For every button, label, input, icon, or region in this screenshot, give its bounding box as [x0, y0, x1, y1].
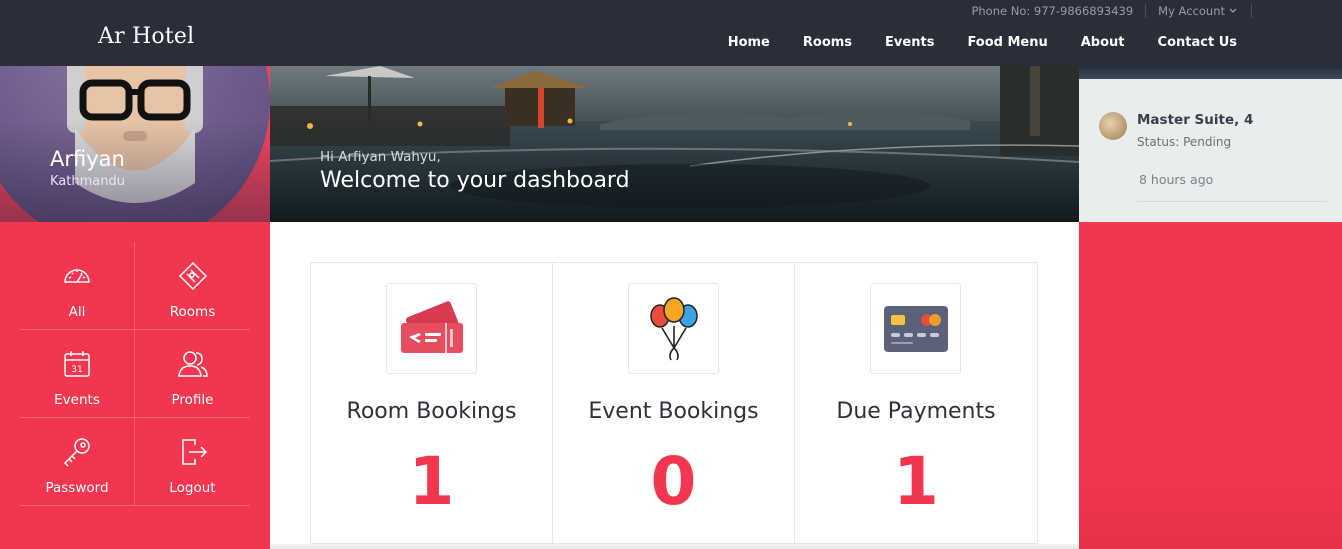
right-accent-panel	[1079, 222, 1342, 549]
nav-home[interactable]: Home	[728, 35, 770, 50]
hero-banner: Hi Arfiyan Wahyu, Welcome to your dashbo…	[270, 66, 1079, 222]
speedometer-icon	[64, 269, 90, 283]
nav-about[interactable]: About	[1081, 35, 1125, 50]
logout-icon	[181, 439, 207, 465]
my-account-dropdown[interactable]: My Account	[1158, 4, 1237, 18]
phone-number: Phone No: 977-9866893439	[971, 4, 1134, 18]
divider	[1251, 4, 1252, 18]
menu-item-profile[interactable]: Profile	[135, 330, 250, 418]
menu-item-events[interactable]: 31 Events	[20, 330, 135, 418]
menu-item-password[interactable]: Password	[20, 418, 135, 506]
stat-icon-box	[870, 283, 961, 374]
hero-greeting: Hi Arfiyan Wahyu,	[320, 149, 441, 165]
notification-top-strip	[1079, 66, 1342, 79]
menu-item-label: Rooms	[169, 304, 216, 320]
pool-photo	[270, 66, 1079, 222]
menu-item-label: Password	[45, 480, 109, 496]
nav-rooms[interactable]: Rooms	[803, 35, 852, 50]
hero-welcome: Welcome to your dashboard	[320, 168, 630, 193]
notification-thumbnail	[1099, 112, 1127, 140]
stat-title: Due Payments	[836, 399, 996, 424]
avatar-overlay	[0, 66, 270, 222]
my-account-label: My Account	[1158, 4, 1225, 18]
nav-events[interactable]: Events	[885, 35, 934, 50]
stat-title: Room Bookings	[346, 399, 517, 424]
stat-icon-box	[386, 283, 477, 374]
divider	[1145, 4, 1147, 18]
ticket-icon	[178, 261, 207, 291]
key-icon	[63, 438, 90, 467]
content-bottom-edge	[270, 544, 1079, 549]
top-navbar: Ar Hotel Phone No: 977-9866893439 My Acc…	[0, 0, 1342, 66]
stat-card-due-payments[interactable]: Due Payments 1	[795, 263, 1037, 543]
menu-item-label: Events	[54, 392, 100, 408]
stat-value: 1	[893, 443, 939, 520]
menu-item-all[interactable]: All	[20, 242, 135, 330]
credit-card-icon	[883, 305, 948, 352]
menu-item-label: Logout	[169, 480, 216, 496]
chevron-down-icon	[1229, 8, 1237, 13]
menu-item-label: Profile	[171, 392, 214, 408]
menu-item-logout[interactable]: Logout	[135, 418, 250, 506]
tickets-icon	[400, 300, 463, 353]
main-nav: Home Rooms Events Food Menu About Contac…	[728, 35, 1237, 50]
notification-panel: Master Suite, 4 Status: Pending 8 hours …	[1079, 66, 1342, 222]
users-icon	[177, 351, 208, 377]
notification-time: 8 hours ago	[1139, 172, 1214, 187]
stat-value: 0	[650, 443, 697, 520]
stat-value: 1	[408, 443, 455, 520]
nav-food-menu[interactable]: Food Menu	[967, 35, 1047, 50]
nav-contact-us[interactable]: Contact Us	[1158, 35, 1237, 50]
svg-text:31: 31	[71, 365, 82, 375]
stats-row: Room Bookings 1 Event Bookings 0 Due Pay…	[310, 262, 1038, 544]
stat-icon-box	[628, 283, 719, 374]
stat-card-event-bookings[interactable]: Event Bookings 0	[553, 263, 795, 543]
profile-name: Arfiyan	[50, 147, 125, 171]
profile-location: Kathmandu	[50, 174, 125, 189]
menu-item-rooms[interactable]: Rooms	[135, 242, 250, 330]
notification-status: Status: Pending	[1137, 135, 1232, 149]
utility-bar: Phone No: 977-9866893439 My Account	[971, 4, 1252, 18]
menu-item-label: All	[68, 304, 86, 320]
stat-card-room-bookings[interactable]: Room Bookings 1	[311, 263, 553, 543]
profile-card: Arfiyan Kathmandu	[0, 66, 270, 222]
balloons-icon	[649, 296, 698, 360]
notification-title[interactable]: Master Suite, 4	[1137, 112, 1253, 128]
sidebar-menu: All Rooms 31 Events Profile Password Log…	[0, 222, 270, 549]
stat-title: Event Bookings	[588, 399, 759, 424]
calendar-icon: 31	[64, 351, 90, 377]
brand-logo[interactable]: Ar Hotel	[98, 24, 194, 49]
divider	[1137, 201, 1327, 202]
